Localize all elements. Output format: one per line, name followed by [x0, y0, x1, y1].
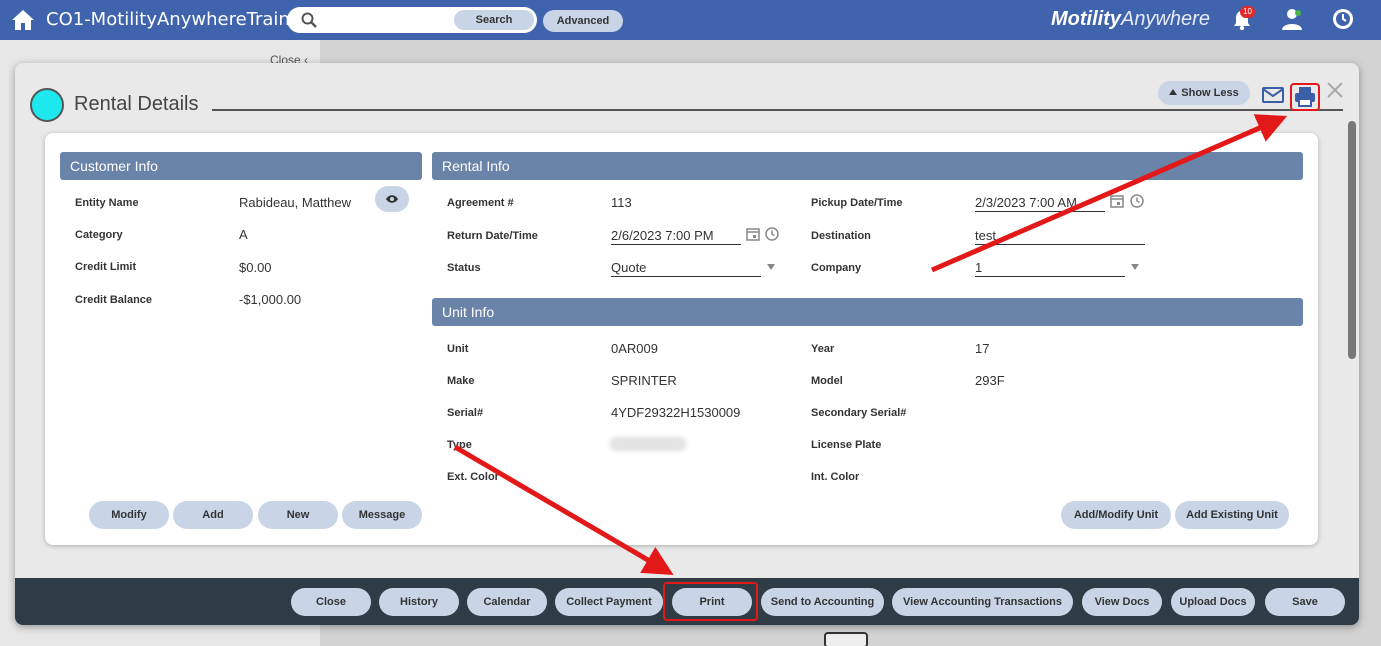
notification-badge: 10	[1240, 6, 1255, 18]
search-input[interactable]: Search	[287, 7, 537, 33]
ext-color-label: Ext. Color	[447, 471, 499, 483]
license-plate-label: License Plate	[811, 439, 882, 451]
year-value: 17	[975, 341, 990, 356]
year-label: Year	[811, 343, 835, 355]
search-icon	[301, 12, 317, 28]
status-label: Status	[447, 262, 481, 274]
return-datetime-label: Return Date/Time	[447, 230, 538, 242]
chevron-down-icon[interactable]	[1131, 264, 1139, 270]
add-modify-unit-button[interactable]: Add/Modify Unit	[1061, 501, 1171, 529]
modal-scrollbar[interactable]	[1348, 121, 1356, 359]
secondary-serial-label: Secondary Serial#	[811, 407, 907, 419]
home-icon[interactable]	[11, 8, 35, 32]
modal-title: Rental Details	[74, 93, 199, 115]
company-label: Company	[811, 262, 862, 274]
credit-limit-value: $0.00	[239, 260, 272, 275]
model-value: 293F	[975, 373, 1005, 388]
print-icon-highlight[interactable]	[1290, 83, 1320, 111]
clock-icon[interactable]	[1130, 194, 1144, 208]
caret-up-icon	[1169, 89, 1178, 95]
category-value: A	[239, 227, 248, 242]
unit-label: Unit	[447, 343, 469, 355]
destination-underline	[975, 244, 1145, 245]
email-icon[interactable]	[1262, 86, 1284, 104]
destination-label: Destination	[811, 230, 871, 242]
model-label: Model	[811, 375, 843, 387]
make-label: Make	[447, 375, 475, 387]
type-label: Type	[447, 439, 472, 451]
make-value: SPRINTER	[611, 373, 677, 388]
rental-details-modal: Rental Details Show Less Customer Info E…	[15, 63, 1359, 625]
agreement-label: Agreement #	[447, 197, 514, 209]
agreement-value: 113	[611, 195, 632, 210]
credit-limit-label: Credit Limit	[75, 261, 137, 273]
customer-info-header: Customer Info	[60, 152, 422, 180]
app-title: CO1-MotilityAnywhereTraining	[46, 9, 318, 30]
company-select[interactable]: 1	[975, 260, 982, 275]
modify-button[interactable]: Modify	[89, 501, 169, 529]
status-underline	[611, 276, 761, 277]
return-datetime-underline	[611, 244, 741, 245]
add-button[interactable]: Add	[173, 501, 253, 529]
unit-info-header: Unit Info	[432, 298, 1303, 326]
entity-name-value: Rabideau, Matthew	[239, 195, 352, 210]
company-underline	[975, 276, 1125, 277]
int-color-label: Int. Color	[811, 471, 860, 483]
entity-name-label: Entity Name	[75, 197, 139, 209]
clock-icon[interactable]	[1331, 7, 1355, 31]
close-button[interactable]: Close	[291, 588, 371, 616]
print-icon	[1295, 87, 1315, 107]
title-divider	[212, 109, 1343, 111]
view-accounting-transactions-button[interactable]: View Accounting Transactions	[892, 588, 1073, 616]
view-docs-button[interactable]: View Docs	[1082, 588, 1162, 616]
clock-icon[interactable]	[765, 227, 779, 241]
close-modal-icon[interactable]	[1326, 81, 1344, 99]
calendar-button[interactable]: Calendar	[467, 588, 547, 616]
user-profile-icon[interactable]	[1280, 7, 1304, 31]
category-label: Category	[75, 229, 123, 241]
brand-logo: MotilityAnywhere	[1051, 8, 1210, 30]
calendar-icon[interactable]	[746, 227, 760, 241]
history-button[interactable]: History	[379, 588, 459, 616]
eye-icon	[386, 195, 398, 203]
new-button[interactable]: New	[258, 501, 338, 529]
background-bottom-icon	[824, 632, 868, 646]
show-less-button[interactable]: Show Less	[1158, 81, 1250, 105]
calendar-icon[interactable]	[1110, 194, 1124, 208]
return-datetime-value[interactable]: 2/6/2023 7:00 PM	[611, 228, 714, 243]
serial-label: Serial#	[447, 407, 484, 419]
view-entity-button[interactable]	[375, 186, 409, 212]
status-select[interactable]: Quote	[611, 260, 646, 275]
collect-payment-button[interactable]: Collect Payment	[555, 588, 663, 616]
add-existing-unit-button[interactable]: Add Existing Unit	[1175, 501, 1289, 529]
top-bar: CO1-MotilityAnywhereTraining Search Adva…	[0, 0, 1381, 40]
message-button[interactable]: Message	[342, 501, 422, 529]
rental-info-header: Rental Info	[432, 152, 1303, 180]
type-value-redacted	[610, 437, 686, 451]
serial-value: 4YDF29322H1530009	[611, 405, 741, 420]
print-button-highlight	[663, 582, 758, 621]
unit-value: 0AR009	[611, 341, 658, 356]
status-indicator	[30, 88, 64, 122]
pickup-datetime-label: Pickup Date/Time	[811, 197, 903, 209]
send-to-accounting-button[interactable]: Send to Accounting	[761, 588, 884, 616]
search-button[interactable]: Search	[454, 10, 534, 30]
destination-input[interactable]: test	[975, 228, 996, 243]
pickup-datetime-underline	[975, 211, 1105, 212]
pickup-datetime-value[interactable]: 2/3/2023 7:00 AM	[975, 195, 1077, 210]
chevron-down-icon[interactable]	[767, 264, 775, 270]
details-card: Customer Info Entity Name Rabideau, Matt…	[45, 133, 1318, 545]
modal-footer: Close History Calendar Collect Payment P…	[15, 578, 1359, 625]
save-button[interactable]: Save	[1265, 588, 1345, 616]
upload-docs-button[interactable]: Upload Docs	[1171, 588, 1255, 616]
advanced-search-button[interactable]: Advanced	[543, 10, 623, 32]
credit-balance-label: Credit Balance	[75, 294, 153, 306]
credit-balance-value: -$1,000.00	[239, 292, 302, 307]
